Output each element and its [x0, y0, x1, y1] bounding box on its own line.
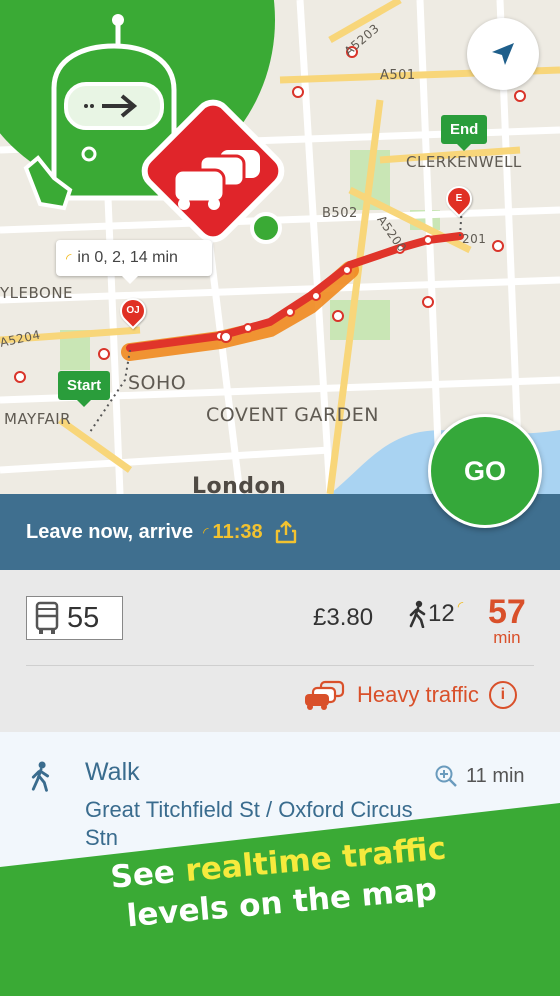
walking-person-icon [31, 761, 50, 792]
bus-route-chip[interactable]: 55 [26, 596, 123, 640]
total-duration: 57 min [488, 593, 526, 647]
map-label-london: London [192, 474, 287, 494]
map-label-mayfair: MAYFAIR [4, 410, 72, 428]
divider [26, 665, 534, 666]
map-label-covent-garden: COVENT GARDEN [206, 404, 380, 426]
step-duration: 11 min [434, 764, 525, 788]
bus-icon [35, 601, 59, 634]
map-label-clerkenwell: CLERKENWELL [406, 153, 522, 171]
share-button[interactable] [275, 520, 297, 544]
arrive-time-group: ◜ 11:38 [203, 521, 262, 544]
eta-text: in 0, 2, 14 min [77, 249, 178, 266]
compass-arrow-icon [492, 43, 514, 65]
promo-banner: See realtime traffic levels on the map [0, 803, 560, 996]
map-label-soho: SOHO [128, 372, 187, 394]
map-label-marylebone: YLEBONE [0, 284, 74, 302]
realtime-signal-icon: ◜ [66, 249, 72, 266]
locate-button[interactable] [467, 18, 539, 90]
realtime-signal-icon: ◜ [203, 523, 209, 540]
traffic-status-row[interactable]: Heavy traffic i [303, 680, 517, 710]
fare-price: £3.80 [313, 604, 374, 631]
bus-number: 55 [67, 601, 100, 634]
traffic-cars-icon [141, 99, 285, 244]
cars-icon [305, 680, 345, 710]
map-label-a201: 201 [462, 232, 487, 246]
leave-label: Leave now, arrive [26, 520, 194, 543]
traffic-status: Heavy traffic [357, 682, 479, 707]
zoom-in-icon[interactable] [434, 764, 458, 788]
map-label-b502: B502 [322, 206, 358, 221]
arrive-time: 11:38 [212, 520, 263, 543]
go-button[interactable]: GO [428, 414, 542, 528]
walk-duration: 12 ◜ [408, 598, 464, 628]
share-icon [275, 520, 296, 544]
end-flag[interactable]: End [441, 115, 488, 151]
eta-bubble: ◜ in 0, 2, 14 min [56, 240, 212, 284]
info-icon[interactable]: i [488, 681, 517, 709]
realtime-signal-icon: ◜ [457, 598, 464, 614]
start-flag[interactable]: Start [58, 371, 111, 407]
map-label-a501: A501 [380, 68, 416, 83]
walking-person-icon [409, 600, 426, 628]
step-mode: Walk [85, 758, 140, 786]
journey-summary[interactable]: 55 £3.80 12 ◜ 57 min Heavy traffic i [0, 570, 560, 732]
